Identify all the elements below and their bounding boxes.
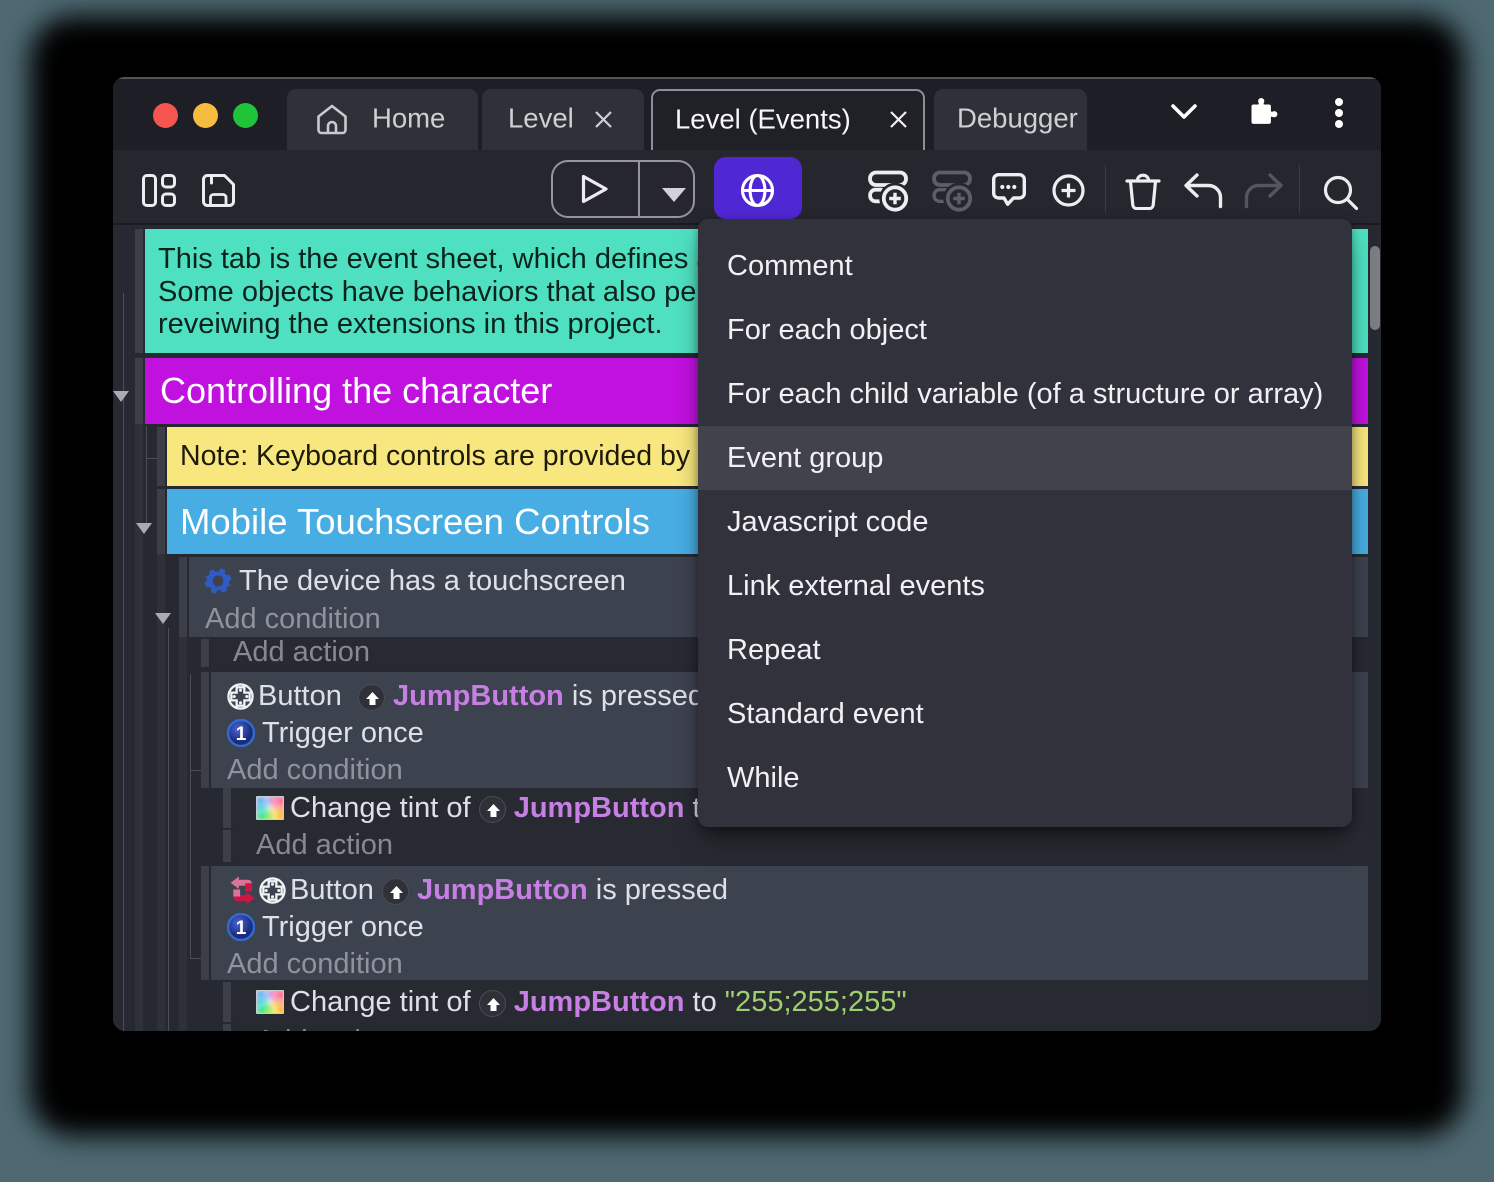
svg-text:1: 1 — [236, 724, 247, 745]
svg-text:1: 1 — [236, 918, 247, 939]
